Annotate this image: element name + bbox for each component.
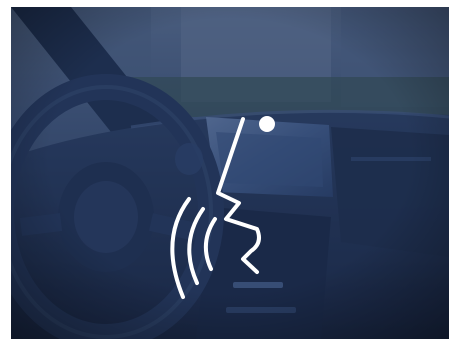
car-interior-photo (11, 7, 449, 339)
photo-frame (11, 7, 449, 339)
